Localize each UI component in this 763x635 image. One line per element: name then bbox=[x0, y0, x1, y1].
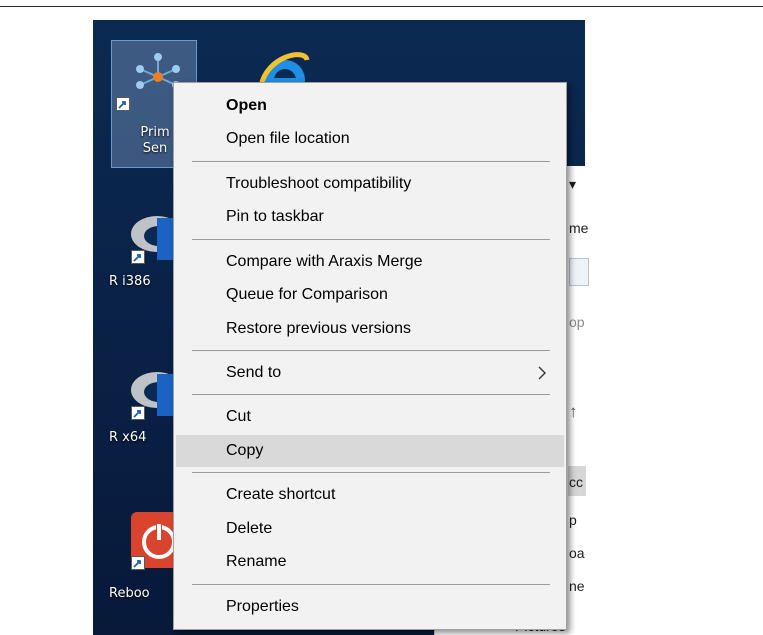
menu-item-queue-for-comparison[interactable]: Queue for Comparison bbox=[176, 280, 564, 310]
shortcut-arrow-icon bbox=[116, 97, 130, 111]
menu-separator bbox=[192, 584, 550, 585]
menu-separator bbox=[192, 394, 550, 395]
menu-separator bbox=[192, 472, 550, 473]
shortcut-arrow-icon bbox=[131, 556, 145, 570]
explorer-fragment: oa bbox=[569, 545, 585, 561]
explorer-fragment: p bbox=[569, 512, 577, 528]
menu-item-rename[interactable]: Rename bbox=[176, 547, 564, 577]
shortcut-arrow-icon bbox=[131, 250, 145, 264]
menu-item-open-file-location[interactable]: Open file location bbox=[176, 124, 564, 154]
shortcut-arrow-icon bbox=[131, 406, 145, 420]
menu-item-copy[interactable]: Copy bbox=[176, 435, 564, 467]
top-divider bbox=[0, 6, 763, 7]
up-arrow-icon[interactable]: ↑ bbox=[569, 402, 578, 422]
explorer-fragment: ne bbox=[569, 578, 585, 594]
menu-item-compare-araxis-merge[interactable]: Compare with Araxis Merge bbox=[176, 247, 564, 277]
menu-item-send-to[interactable]: Send to bbox=[176, 358, 564, 388]
dropdown-chevron[interactable]: ▾ bbox=[569, 176, 576, 193]
menu-item-open[interactable]: Open bbox=[176, 91, 564, 121]
file-icon bbox=[569, 258, 589, 286]
menu-item-create-shortcut[interactable]: Create shortcut bbox=[176, 480, 564, 510]
menu-separator bbox=[192, 350, 550, 351]
menu-item-cut[interactable]: Cut bbox=[176, 402, 564, 432]
menu-separator bbox=[192, 161, 550, 162]
explorer-fragment: op bbox=[569, 314, 585, 330]
explorer-fragment: cc bbox=[569, 474, 583, 490]
chevron-right-icon bbox=[538, 366, 546, 380]
context-menu: Open Open file location Troubleshoot com… bbox=[173, 82, 567, 630]
menu-item-properties[interactable]: Properties bbox=[176, 592, 564, 622]
menu-separator bbox=[192, 239, 550, 240]
menu-item-troubleshoot-compatibility[interactable]: Troubleshoot compatibility bbox=[176, 169, 564, 199]
menu-item-delete[interactable]: Delete bbox=[176, 514, 564, 544]
explorer-fragment: me bbox=[569, 220, 589, 236]
menu-item-restore-previous-versions[interactable]: Restore previous versions bbox=[176, 314, 564, 344]
menu-item-pin-to-taskbar[interactable]: Pin to taskbar bbox=[176, 202, 564, 232]
